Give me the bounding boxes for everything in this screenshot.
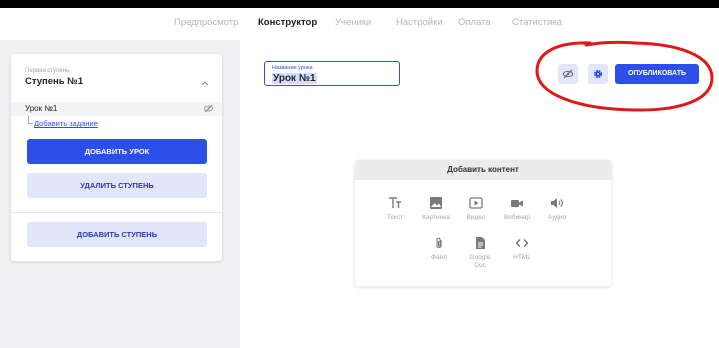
paperclip-icon xyxy=(436,237,442,249)
content-item-label: Текст xyxy=(386,214,404,221)
text-icon xyxy=(389,197,401,208)
webinar-icon xyxy=(511,200,523,207)
content-item-file[interactable]: Файл xyxy=(422,236,456,262)
content-item-label: Видео xyxy=(466,214,486,221)
content-item-text[interactable]: Текст xyxy=(378,196,412,222)
video-icon xyxy=(469,197,483,209)
content-item-google-doc[interactable]: Google Doc xyxy=(463,236,497,270)
content-item-webinar[interactable]: Вебинар xyxy=(500,196,534,222)
publish-button[interactable]: ОПУБЛИКОВАТЬ xyxy=(615,64,699,84)
add-task-link[interactable]: Добавить задание xyxy=(34,119,98,128)
content-item-audio[interactable]: Аудио xyxy=(540,196,574,222)
divider xyxy=(11,212,222,213)
tab-payment[interactable]: Оплата xyxy=(458,17,491,28)
content-item-label: Файл xyxy=(431,254,447,261)
google-doc-icon xyxy=(476,237,485,249)
tab-students[interactable]: Ученики xyxy=(335,17,371,28)
stage-card: Первая ступень Ступень №1 Урок №1 Добави… xyxy=(11,54,222,261)
gear-icon xyxy=(593,69,603,79)
content-item-html[interactable]: HTML xyxy=(505,236,539,262)
image-icon xyxy=(430,197,442,209)
content-item-label: Аудио xyxy=(547,214,567,221)
tab-preview[interactable]: Предпросмотр xyxy=(174,17,238,28)
hidden-eye-icon[interactable] xyxy=(203,103,214,114)
tab-statistics[interactable]: Статистика xyxy=(512,17,562,28)
lesson-name-field[interactable]: Название урока Урок №1 xyxy=(264,61,400,86)
lesson-name-value[interactable]: Урок №1 xyxy=(272,73,317,84)
content-item-image[interactable]: Картинка xyxy=(419,196,453,222)
content-item-label: HTML xyxy=(513,254,531,261)
add-content-panel: Добавить контент Текст Картинка Видео Ве… xyxy=(355,160,611,286)
content-item-label: Google Doc xyxy=(469,254,491,269)
hidden-eye-icon xyxy=(562,69,574,79)
add-stage-button[interactable]: ДОБАВИТЬ СТУПЕНЬ xyxy=(27,222,207,247)
audio-icon xyxy=(551,198,563,208)
lesson-item-label: Урок №1 xyxy=(25,104,58,113)
content-item-video[interactable]: Видео xyxy=(459,196,493,222)
stage-subtitle: Первая ступень xyxy=(25,68,70,74)
stage-title: Ступень №1 xyxy=(25,76,84,87)
hide-lesson-button[interactable] xyxy=(558,64,578,84)
delete-stage-button[interactable]: УДАЛИТЬ СТУПЕНЬ xyxy=(27,173,207,198)
content-item-label: Вебинар xyxy=(503,214,531,221)
tab-constructor[interactable]: Конструктор xyxy=(258,17,317,28)
code-icon xyxy=(515,239,529,247)
add-content-title: Добавить контент xyxy=(355,160,611,180)
tab-settings[interactable]: Настройки xyxy=(396,17,443,28)
top-border xyxy=(0,0,719,8)
content-item-label: Картинка xyxy=(422,214,450,221)
tree-connector xyxy=(28,116,33,124)
top-nav: Предпросмотр Конструктор Ученики Настрой… xyxy=(0,17,719,33)
chevron-up-icon[interactable] xyxy=(201,79,209,88)
add-lesson-button[interactable]: ДОБАВИТЬ УРОК xyxy=(27,139,207,164)
lesson-item[interactable]: Урок №1 xyxy=(11,102,222,116)
settings-button[interactable] xyxy=(588,64,608,84)
lesson-name-label: Название урока xyxy=(272,65,313,71)
